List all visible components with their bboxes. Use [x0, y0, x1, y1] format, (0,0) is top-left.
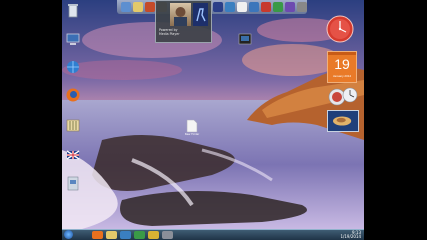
- app-icon[interactable]: [213, 2, 223, 12]
- browser-icon[interactable]: [225, 2, 235, 12]
- program-icon[interactable]: [64, 174, 82, 192]
- calendar-month: January 2014: [332, 74, 352, 78]
- media-line-2: Media Player: [159, 32, 180, 36]
- file-label: New Folder: [184, 133, 200, 136]
- calendar-day: 19: [334, 56, 350, 72]
- taskbar: 9:13 1/19/2014: [62, 229, 364, 240]
- wallpaper: [62, 0, 364, 229]
- firefox-icon[interactable]: [64, 86, 82, 104]
- counter-strike-icon[interactable]: [193, 3, 208, 26]
- media-info: Powered by Media Player: [159, 28, 209, 38]
- messenger-icon[interactable]: [134, 231, 145, 239]
- desktop-screen: Powered by Media Player New Folder 19 Ja…: [62, 0, 364, 240]
- folder-icon[interactable]: [133, 2, 143, 12]
- app-icon[interactable]: [273, 2, 283, 12]
- app-icon[interactable]: [261, 2, 271, 12]
- start-orb-icon[interactable]: [64, 230, 73, 239]
- computer-icon[interactable]: [64, 30, 82, 48]
- app-icon[interactable]: [297, 2, 307, 12]
- warcraft-icon[interactable]: [145, 2, 155, 12]
- explorer-icon[interactable]: [121, 2, 131, 12]
- chrome-icon[interactable]: [148, 231, 159, 239]
- file-icon[interactable]: [186, 118, 198, 133]
- calendar-gadget[interactable]: 19 January 2014: [327, 51, 357, 83]
- album-cover: [170, 3, 191, 26]
- app-icon[interactable]: [162, 231, 173, 239]
- folder-icon[interactable]: [64, 116, 82, 134]
- small-gadget-icon[interactable]: [238, 30, 252, 45]
- clock-date: 1/19/2014: [340, 234, 361, 239]
- media-player-gadget[interactable]: Powered by Media Player: [155, 0, 212, 43]
- top-dock: [117, 0, 307, 14]
- firefox-icon[interactable]: [92, 231, 103, 239]
- media-player-icon[interactable]: [120, 231, 131, 239]
- calendar-header: [328, 52, 356, 55]
- media-icon[interactable]: [237, 2, 247, 12]
- recycle-bin-icon[interactable]: [64, 2, 82, 20]
- app-icon[interactable]: [249, 2, 259, 12]
- explorer-icon[interactable]: [106, 231, 117, 239]
- weather-gadget[interactable]: [327, 86, 359, 108]
- system-tray[interactable]: [286, 233, 326, 238]
- photo-gadget[interactable]: [327, 110, 359, 132]
- network-icon[interactable]: [64, 58, 82, 76]
- clock-gadget[interactable]: [325, 14, 355, 44]
- app-icon[interactable]: [285, 2, 295, 12]
- taskbar-clock[interactable]: 9:13 1/19/2014: [333, 231, 361, 239]
- flag-icon[interactable]: [64, 146, 82, 164]
